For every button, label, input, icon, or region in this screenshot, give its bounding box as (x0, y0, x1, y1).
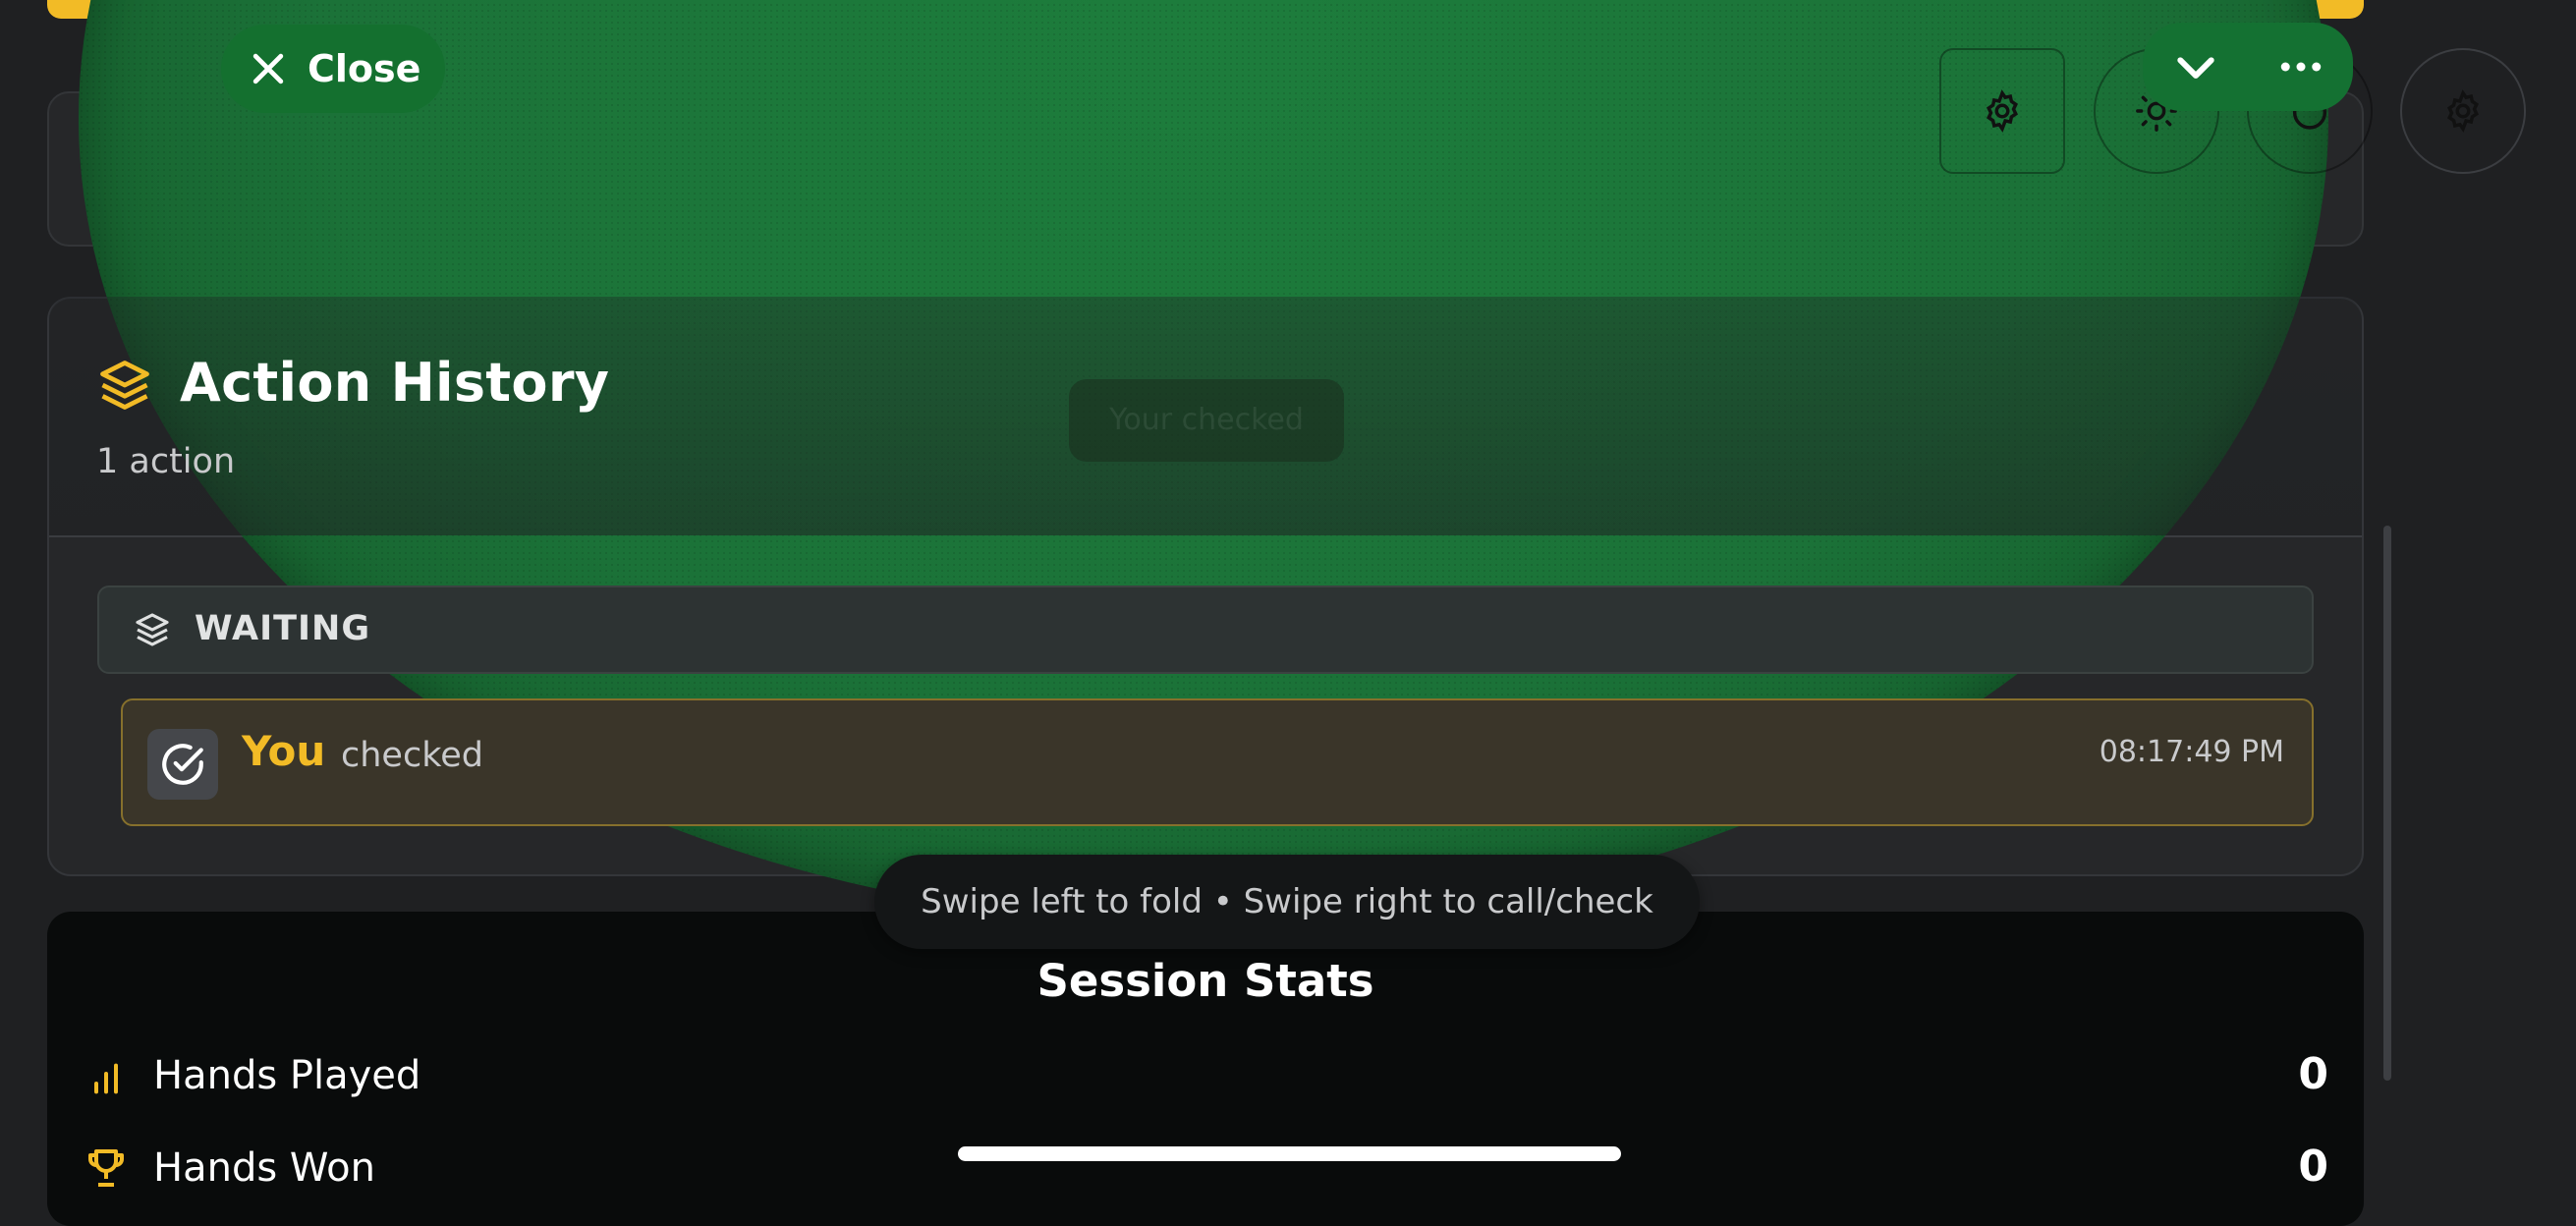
more-icon[interactable] (2274, 40, 2327, 93)
table-menu (2143, 23, 2353, 111)
stat-label: Hands Won (153, 1145, 375, 1191)
close-icon (252, 53, 284, 84)
gear-icon (2447, 89, 2479, 133)
swipe-hint: Swipe left to fold • Swipe right to call… (874, 855, 1700, 949)
close-label: Close (308, 47, 421, 90)
action-player: You (242, 727, 326, 775)
stat-value: 0 (2298, 1142, 2328, 1192)
settings-button-secondary[interactable] (2400, 48, 2526, 174)
session-stats-title: Session Stats (1036, 955, 1374, 1007)
check-circle-icon (162, 744, 203, 785)
chevron-down-icon[interactable] (2169, 40, 2222, 93)
gear-icon (1987, 89, 2018, 133)
action-count: 1 action (96, 442, 236, 481)
action-timestamp: 08:17:49 PM (2099, 735, 2284, 769)
close-button[interactable]: Close (221, 25, 445, 113)
home-indicator[interactable] (958, 1146, 1621, 1161)
street-header (97, 585, 2314, 674)
action-badge (147, 729, 218, 800)
layers-icon (100, 361, 149, 410)
trophy-icon (88, 1149, 124, 1187)
bar-chart-icon (94, 1063, 118, 1094)
layers-icon (136, 613, 169, 646)
stat-label: Hands Played (153, 1053, 421, 1098)
scrollbar[interactable] (2383, 526, 2391, 1081)
stat-value: 0 (2298, 1049, 2328, 1099)
action-verb: checked (341, 736, 483, 775)
table-status-text: Your checked (1109, 403, 1304, 437)
action-history-title: Action History (180, 352, 610, 414)
street-label: WAITING (195, 609, 371, 648)
settings-button[interactable] (1939, 48, 2065, 174)
